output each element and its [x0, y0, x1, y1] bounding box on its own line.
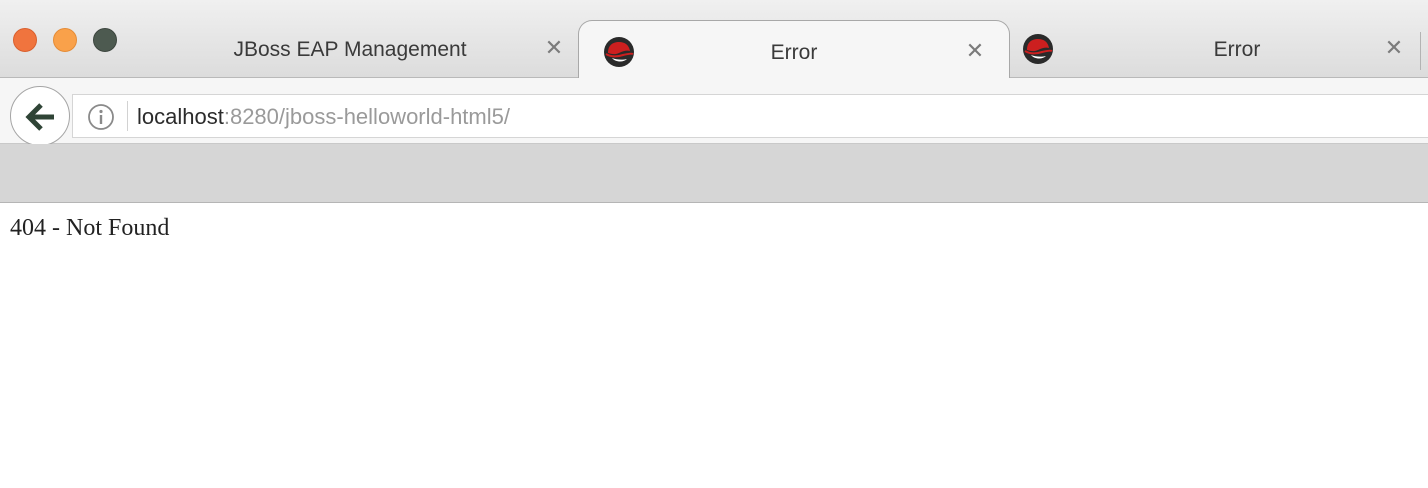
- tab-title: JBoss EAP Management: [233, 38, 467, 61]
- browser-window: JBoss EAP Management ✕ Error ✕ Error ✕ l…: [0, 0, 1428, 488]
- url-separator: [127, 101, 128, 131]
- minimize-window-button[interactable]: [53, 28, 77, 52]
- close-tab-icon[interactable]: ✕: [542, 36, 566, 60]
- close-window-button[interactable]: [13, 28, 37, 52]
- toolbar-strip: [0, 144, 1428, 203]
- tab-strip: JBoss EAP Management ✕ Error ✕ Error ✕: [0, 0, 1428, 80]
- redhat-icon: [1022, 33, 1054, 65]
- tab-jboss-eap-management[interactable]: JBoss EAP Management ✕: [150, 18, 580, 78]
- tab-title: Error: [1213, 38, 1261, 61]
- tab-error[interactable]: Error ✕: [1012, 18, 1422, 78]
- url-host: localhost: [137, 104, 224, 129]
- info-icon[interactable]: [87, 103, 115, 136]
- close-tab-icon[interactable]: ✕: [963, 39, 987, 63]
- redhat-icon: [603, 36, 635, 68]
- tab-title: Error: [770, 41, 818, 64]
- maximize-window-button[interactable]: [93, 28, 117, 52]
- url-text[interactable]: localhost:8280/jboss-helloworld-html5/: [137, 104, 510, 130]
- navigation-bar: localhost:8280/jboss-helloworld-html5/: [0, 78, 1428, 146]
- page-content: 404 - Not Found: [0, 203, 1428, 488]
- url-path: :8280/jboss-helloworld-html5/: [223, 104, 510, 129]
- back-button[interactable]: [10, 86, 70, 146]
- tab-error-active[interactable]: Error ✕: [578, 20, 1010, 80]
- close-tab-icon[interactable]: ✕: [1382, 36, 1406, 60]
- tab-separator: [1420, 32, 1421, 70]
- url-bar[interactable]: localhost:8280/jboss-helloworld-html5/: [72, 94, 1428, 138]
- error-message: 404 - Not Found: [10, 215, 170, 241]
